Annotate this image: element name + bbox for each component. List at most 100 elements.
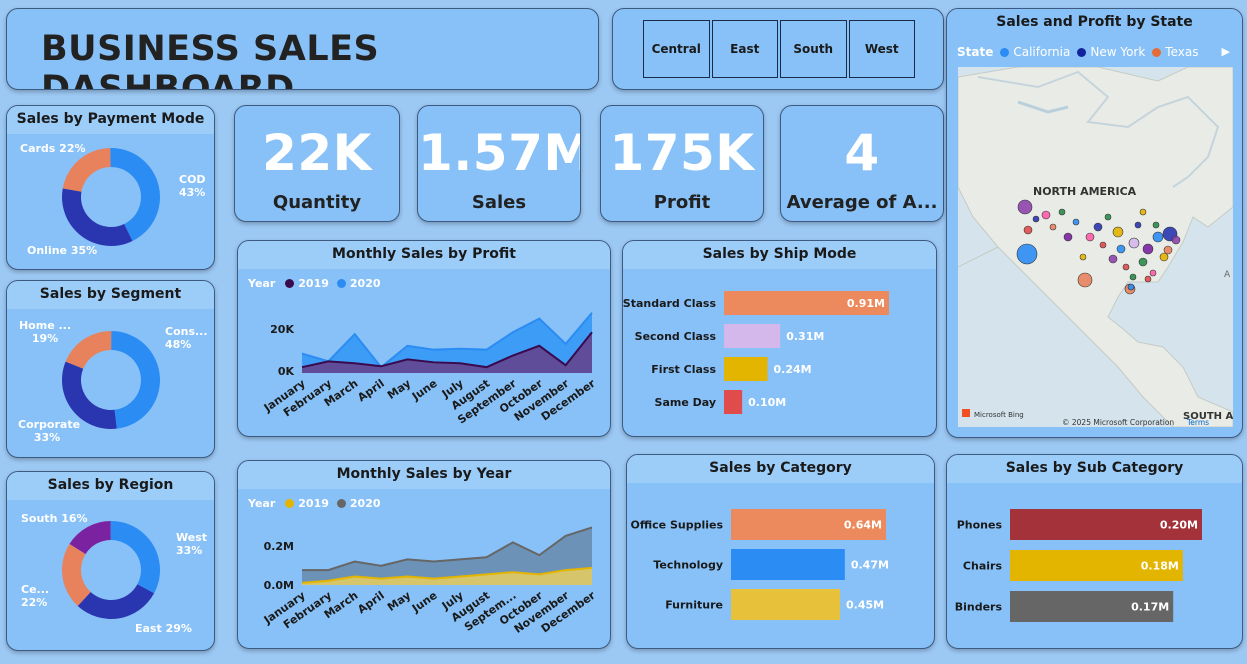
segment-label-corporate: Corporate 33% [18, 418, 81, 444]
map-bubble[interactable] [1104, 213, 1112, 221]
ship-bar-1[interactable] [724, 324, 781, 348]
profit-xtick-5: June [409, 377, 440, 404]
map-canvas[interactable]: NORTH AMERICA SOUTH AM A Microsoft Bing … [958, 67, 1233, 427]
kpi-quantity-value: 22K [262, 124, 372, 182]
map-bubble[interactable] [1099, 241, 1107, 249]
map-legend: State California New York Texas [957, 45, 1198, 59]
monthly-year-card: Monthly Sales by Year Year 2019 2020 0.2… [237, 460, 611, 649]
kpi-profit: 175K Profit [600, 105, 764, 222]
ship-bar-3[interactable] [724, 390, 743, 414]
map-bubble[interactable] [1085, 232, 1095, 242]
map-bubble[interactable] [1093, 222, 1103, 232]
map-legend-newyork: New York [1090, 45, 1146, 59]
year-ytick-1: 0.0M [264, 579, 294, 592]
region-card: Sales by Region South 16% West 33% Ce...… [6, 471, 215, 651]
segment-slice-1[interactable] [111, 331, 160, 429]
year-xtick-4: May [385, 589, 413, 614]
map-bubble[interactable] [1077, 272, 1093, 288]
map-bubble[interactable] [1152, 221, 1160, 229]
map-bubble[interactable] [1134, 221, 1142, 229]
category-bar-1[interactable] [731, 549, 845, 580]
map-bubble[interactable] [1139, 208, 1147, 216]
category-label-2: Furniture [665, 599, 723, 612]
bing-logo: Microsoft Bing [974, 411, 1024, 419]
segment-card: Sales by Segment Home ... 19% Cons... 48… [6, 280, 215, 458]
ship-value-1: 0.31M [786, 330, 824, 343]
dot-newyork [1077, 47, 1087, 57]
ship-label-2: First Class [651, 363, 716, 376]
map-bubble[interactable] [1017, 199, 1033, 215]
ship-value-2: 0.24M [774, 363, 812, 376]
map-bubble[interactable] [1108, 254, 1118, 264]
map-bubble[interactable] [1171, 235, 1181, 245]
map-bubble[interactable] [1016, 243, 1038, 265]
map-bubble[interactable] [1079, 253, 1087, 261]
map-bubble[interactable] [1127, 283, 1135, 291]
subcategory-label-1: Chairs [963, 560, 1003, 573]
map-bubble[interactable] [1072, 218, 1080, 226]
map-bubble[interactable] [1122, 263, 1130, 271]
subcategory-value-1: 0.18M [1141, 560, 1179, 573]
ship-label-3: Same Day [655, 396, 716, 409]
subcategory-value-2: 0.17M [1131, 601, 1169, 614]
map-bubble[interactable] [1144, 275, 1152, 283]
category-bar-2[interactable] [731, 589, 840, 620]
ship-bar-2[interactable] [724, 357, 768, 381]
map-bubble[interactable] [1129, 273, 1137, 281]
map-bubble[interactable] [1023, 225, 1033, 235]
map-card: Sales and Profit by State State Californ… [946, 8, 1243, 438]
region-slice-West[interactable] [110, 521, 160, 594]
kpi-quantity-label: Quantity [272, 192, 362, 213]
monthly-profit-chart: 20K0KJanuaryFebruaryMarchAprilMayJune Jul… [261, 312, 598, 427]
slicer-south[interactable]: South [780, 20, 847, 78]
map-bubble[interactable] [1149, 269, 1157, 277]
map-bubble[interactable] [1058, 208, 1066, 216]
ship-label-1: Second Class [635, 330, 717, 343]
map-terms[interactable]: Terms [1186, 418, 1209, 427]
category-label-0: Office Supplies [631, 519, 724, 532]
map-bubble[interactable] [1116, 244, 1126, 254]
category-value-1: 0.47M [851, 559, 889, 572]
map-bubble[interactable] [1128, 237, 1140, 249]
year-xtick-5: June [409, 589, 440, 616]
profit-ytick-0: 20K [270, 323, 294, 336]
map-bubble[interactable] [1049, 223, 1057, 231]
payment-label-cod: COD 43% [179, 173, 206, 199]
map-bubble[interactable] [1163, 245, 1173, 255]
map-bubble[interactable] [1112, 226, 1124, 238]
legend-next-icon[interactable]: ▶ [1222, 45, 1230, 58]
payment-slice-2[interactable] [61, 188, 133, 247]
map-bubble[interactable] [1159, 252, 1169, 262]
slicer-west[interactable]: West [848, 20, 915, 78]
kpi-sales-label: Sales [471, 192, 527, 213]
map-title: Sales and Profit by State [947, 9, 1242, 37]
slicer-central[interactable]: Central [643, 20, 710, 78]
subcategory-value-0: 0.20M [1160, 519, 1198, 532]
ship-value-0: 0.91M [847, 297, 885, 310]
dot-texas [1152, 47, 1162, 57]
category-value-0: 0.64M [844, 519, 882, 532]
category-label-1: Technology [653, 559, 723, 572]
map-bubble[interactable] [1152, 231, 1164, 243]
segment-label-consumer: Cons... 48% [165, 325, 208, 351]
kpi-sales-value: 1.57M [418, 124, 581, 182]
region-label-central: Ce... 22% [21, 583, 50, 609]
ship-value-3: 0.10M [748, 396, 786, 409]
map-bubble[interactable] [1063, 232, 1073, 242]
slicer-east[interactable]: East [711, 20, 778, 78]
kpi-profit-label: Profit [653, 192, 711, 213]
kpi-sales: 1.57M Sales [417, 105, 581, 222]
profit-xtick-4: May [385, 377, 413, 402]
map-bubble[interactable] [1032, 215, 1040, 223]
payment-label-cards: Cards 22% [20, 142, 86, 155]
region-label-east: East 29% [135, 622, 192, 635]
map-bubble[interactable] [1138, 257, 1148, 267]
map-bubble[interactable] [1041, 210, 1051, 220]
ship-mode-chart: Standard Class 0.91M Second Class 0.31M Firs… [623, 291, 889, 414]
region-label-south: South 16% [21, 512, 88, 525]
kpi-quantity: 22K Quantity [234, 105, 400, 222]
page-title: BUSINESS SALES DASHBOARD [41, 29, 380, 90]
category-card: Sales by Category Office Supplies 0.64M Te… [626, 454, 935, 649]
map-bubble[interactable] [1142, 243, 1154, 255]
region-slice-East[interactable] [77, 584, 155, 619]
